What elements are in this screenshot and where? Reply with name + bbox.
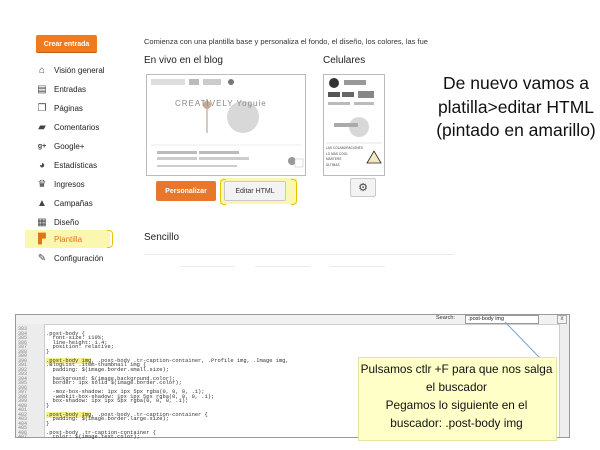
annotation-bottom-line2: Pegamos lo siguiente en el buscador: .po…: [385, 398, 528, 430]
pointer-line: [504, 321, 541, 359]
annotation-bottom-line1: Pulsamos ctlr +F para que nos salga el b…: [360, 362, 553, 394]
annotation-bottom: Pulsamos ctlr +F para que nos salga el b…: [360, 360, 553, 432]
